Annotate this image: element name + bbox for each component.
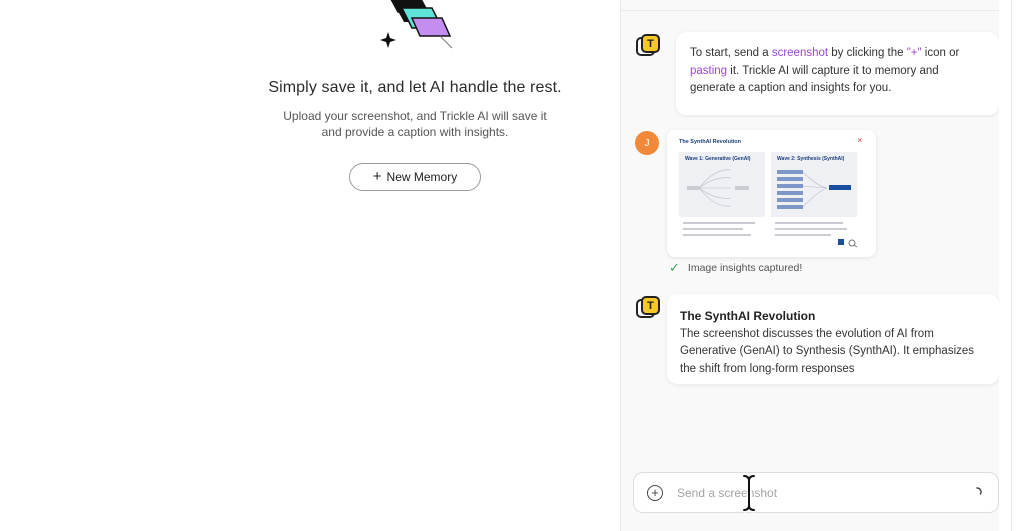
bot-avatar-icon: T — [636, 296, 660, 320]
user-avatar: J — [635, 131, 659, 155]
attachment-column: Wave 1: Generative (GenAI) — [679, 152, 765, 217]
spinner-icon — [976, 487, 982, 495]
bot-avatar-icon: T — [636, 34, 660, 58]
caption-body: The screenshot discusses the evolution o… — [680, 327, 975, 375]
attachment-title: The SynthAI Revolution — [679, 139, 742, 145]
plus-circle-icon[interactable]: + — [647, 484, 663, 501]
screenshot-attachment[interactable]: The SynthAI Revolution × Wave 1: Generat… — [667, 130, 876, 257]
intro-text: it. Trickle AI will capture it to memory… — [690, 64, 939, 95]
caption-message: The SynthAI Revolution The screenshot di… — [667, 294, 999, 384]
status-text: Image insights captured! — [687, 262, 803, 274]
hero-illustration-icon — [380, 0, 453, 49]
plus-icon: + — [372, 168, 382, 185]
attachment-text-lines — [683, 222, 763, 240]
divider — [621, 10, 1011, 11]
intro-text: icon or — [921, 47, 960, 59]
zoom-icon — [838, 239, 858, 248]
intro-text: by clicking the — [828, 47, 907, 59]
attachment-column-title: Wave 1: Generative (GenAI) — [685, 156, 751, 162]
plus-link: "+" — [906, 47, 922, 59]
message-input[interactable] — [677, 485, 957, 500]
chat-panel: T To start, send a screenshot by clickin… — [620, 0, 1012, 531]
attachment-column-title: Wave 2: Synthesis (SynthAI) — [777, 156, 845, 162]
text-cursor-icon — [741, 473, 757, 513]
composer: + — [633, 472, 999, 513]
intro-message: To start, send a screenshot by clicking … — [676, 32, 999, 115]
empty-state-pane: Simply save it, and let AI handle the re… — [0, 0, 622, 531]
close-icon[interactable]: × — [857, 136, 862, 145]
caption-title: The SynthAI Revolution — [680, 309, 816, 323]
new-memory-label: New Memory — [386, 170, 458, 184]
pasting-link[interactable]: pasting — [690, 65, 727, 77]
new-memory-button[interactable]: + New Memory — [349, 163, 481, 191]
attachment-column: Wave 2: Synthesis (SynthAI) — [771, 152, 857, 217]
intro-text: To start, send a — [690, 47, 772, 59]
fan-diagram-icon — [687, 169, 749, 207]
synthesis-diagram-icon — [777, 170, 851, 209]
check-icon: ✓ — [669, 260, 680, 275]
insights-status: ✓ Image insights captured! — [669, 260, 803, 275]
scrollbar[interactable] — [999, 0, 1011, 531]
screenshot-link[interactable]: screenshot — [772, 47, 828, 59]
